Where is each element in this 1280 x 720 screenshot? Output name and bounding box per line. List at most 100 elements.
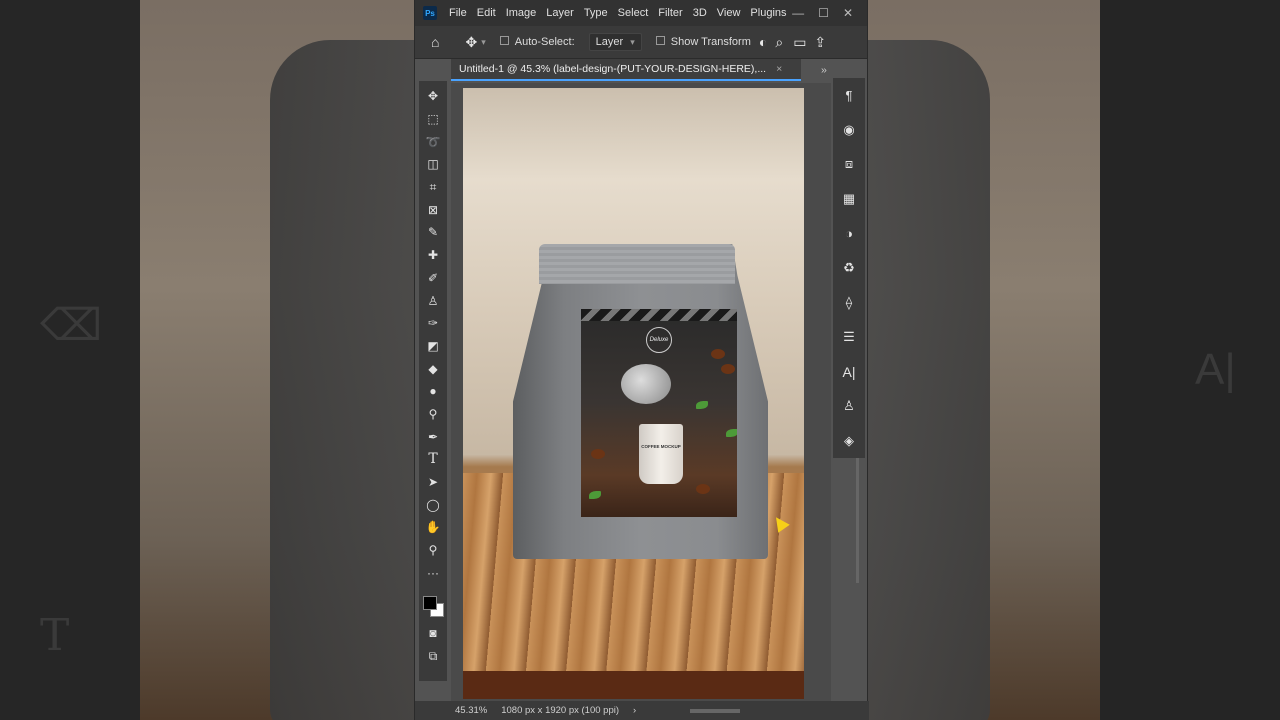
styles-icon[interactable]: ♙ [834,389,864,424]
label-design[interactable]: Deluxe COFFEE MOCKUP [581,309,737,517]
share-icon[interactable]: ⇪ [814,34,826,51]
layers-icon[interactable]: ◈ [834,423,864,458]
paragraph-icon[interactable]: ¶ [834,78,864,113]
canvas-area[interactable]: Deluxe COFFEE MOCKUP [451,83,859,701]
move-tool-preset-icon[interactable]: ✥ [465,34,477,51]
auto-select-target-dropdown[interactable]: Layer ▾ [588,33,642,51]
eyedropper-tool-icon[interactable]: ✎ [421,221,445,244]
auto-select-checkbox[interactable] [499,36,515,48]
paths-icon[interactable]: ⟠ [834,285,864,320]
menu-edit[interactable]: Edit [472,7,501,19]
background-eraser-icon: ⌫ [40,301,103,350]
coffee-bean [696,484,710,494]
history-brush-icon[interactable]: ✑ [421,312,445,335]
minimize-icon[interactable]: — [792,6,804,20]
coffee-bag-mockup[interactable]: Deluxe COFFEE MOCKUP [513,244,768,559]
pen-tool-icon[interactable]: ✒ [421,425,445,448]
panel-collapse-icon[interactable]: » [821,64,827,76]
search-icon[interactable]: ⌕ [775,34,783,51]
background-character-icon: A| [1195,345,1236,394]
coffee-leaf [696,401,708,409]
zoom-tool-icon[interactable]: ⚲ [421,539,445,562]
status-bar: 45.31% 1080 px x 1920 px (100 ppi) › [415,701,869,720]
table-edge [463,671,804,699]
coffee-leaf [589,491,601,499]
zoom-level[interactable]: 45.31% [455,705,487,716]
libraries-icon[interactable]: ⧈ [834,147,864,182]
horizontal-scrollbar[interactable] [690,708,741,713]
auto-select-label: Auto-Select: [514,36,575,48]
lasso-tool-icon[interactable]: ➰ [421,130,445,153]
home-icon[interactable]: ⌂ [431,34,439,50]
coffee-cup [639,424,683,484]
menu-layer[interactable]: Layer [541,7,579,19]
frame-tool-icon[interactable]: ⊠ [421,198,445,221]
adjustments-icon[interactable]: ◑ [834,216,864,251]
menu-select[interactable]: Select [613,7,654,19]
window-controls: — ☐ ✕ [792,6,867,20]
character-icon[interactable]: A| [834,354,864,389]
workspace-icon[interactable]: ▭ [793,34,806,51]
3d-mode-icon[interactable]: ◐ [759,34,767,50]
coffee-bean [711,349,725,359]
sliders-icon[interactable]: ☰ [834,320,864,355]
quick-mask-icon[interactable]: ◙ [421,622,445,645]
screen-mode-icon[interactable]: ⧉ [421,645,445,668]
background-type-icon: T [40,610,70,661]
document-tab-row: Untitled-1 @ 45.3% (label-design-(PUT-YO… [451,59,839,81]
blur-tool-icon[interactable]: ● [421,380,445,403]
options-bar: ⌂ ✥ ▾ Auto-Select: Layer ▾ Show Transfor… [415,26,867,59]
hand-tool-icon[interactable]: ✋ [421,516,445,539]
coffee-leaf [726,429,737,437]
auto-select-target-value: Layer [595,36,624,48]
menu-filter[interactable]: Filter [653,7,687,19]
menu-3d[interactable]: 3D [688,7,712,19]
paint-bucket-icon[interactable]: ◆ [421,357,445,380]
status-chevron-icon[interactable]: › [633,705,636,716]
properties-icon[interactable]: ♻ [834,251,864,286]
coffee-bean [721,364,735,374]
foreground-color-swatch[interactable] [423,596,437,611]
background-right-panel-blur [1100,0,1280,720]
maximize-icon[interactable]: ☐ [818,6,829,20]
document-tab[interactable]: Untitled-1 @ 45.3% (label-design-(PUT-YO… [451,59,801,81]
right-panel-dock: ¶ ◉ ⧈ ▦ ◑ ♻ ⟠ ☰ A| ♙ ◈ [833,78,865,458]
clone-stamp-icon[interactable]: ♙ [421,289,445,312]
bag-seal [539,244,735,284]
menu-bar: Ps File Edit Image Layer Type Select Fil… [415,0,867,26]
cup-label-text: COFFEE MOCKUP [641,444,681,449]
type-tool-icon[interactable]: T [421,448,445,471]
brush-tool-icon[interactable]: ✐ [421,267,445,290]
photoshop-logo: Ps [423,6,437,20]
move-tool-icon[interactable]: ✥ [421,85,445,108]
document-tab-title: Untitled-1 @ 45.3% (label-design-(PUT-YO… [459,63,767,75]
close-icon[interactable]: ✕ [843,6,853,20]
object-select-tool-icon[interactable]: ◫ [421,153,445,176]
path-select-icon[interactable]: ➤ [421,471,445,494]
crop-tool-icon[interactable]: ⌗ [421,176,445,199]
color-swatches[interactable] [421,586,445,618]
healing-brush-icon[interactable]: ✚ [421,244,445,267]
marquee-tool-icon[interactable]: ⬚ [421,108,445,131]
document-canvas[interactable]: Deluxe COFFEE MOCKUP [463,88,804,699]
label-stripes [581,309,737,321]
background-left-toolbar-blur [0,0,140,720]
photoshop-window: Ps File Edit Image Layer Type Select Fil… [414,0,869,720]
edit-toolbar-icon[interactable]: ··· [421,561,445,584]
dodge-tool-icon[interactable]: ⚲ [421,403,445,426]
ellipse-tool-icon[interactable]: ◯ [421,493,445,516]
tools-panel: ✥ ⬚ ➰ ◫ ⌗ ⊠ ✎ ✚ ✐ ♙ ✑ ◩ ◆ ● ⚲ ✒ T ➤ ◯ ✋ … [419,81,447,681]
menu-type[interactable]: Type [579,7,613,19]
show-transform-label: Show Transform [670,36,751,48]
color-icon[interactable]: ◉ [834,113,864,148]
menu-plugins[interactable]: Plugins [745,7,791,19]
show-transform-checkbox[interactable] [655,36,671,48]
coffee-bean [591,449,605,459]
menu-image[interactable]: Image [501,7,542,19]
close-tab-icon[interactable]: × [776,63,782,75]
menu-file[interactable]: File [444,7,472,19]
swatches-icon[interactable]: ▦ [834,182,864,217]
chevron-down-icon[interactable]: ▾ [481,37,486,48]
eraser-tool-icon[interactable]: ◩ [421,335,445,358]
menu-view[interactable]: View [712,7,746,19]
